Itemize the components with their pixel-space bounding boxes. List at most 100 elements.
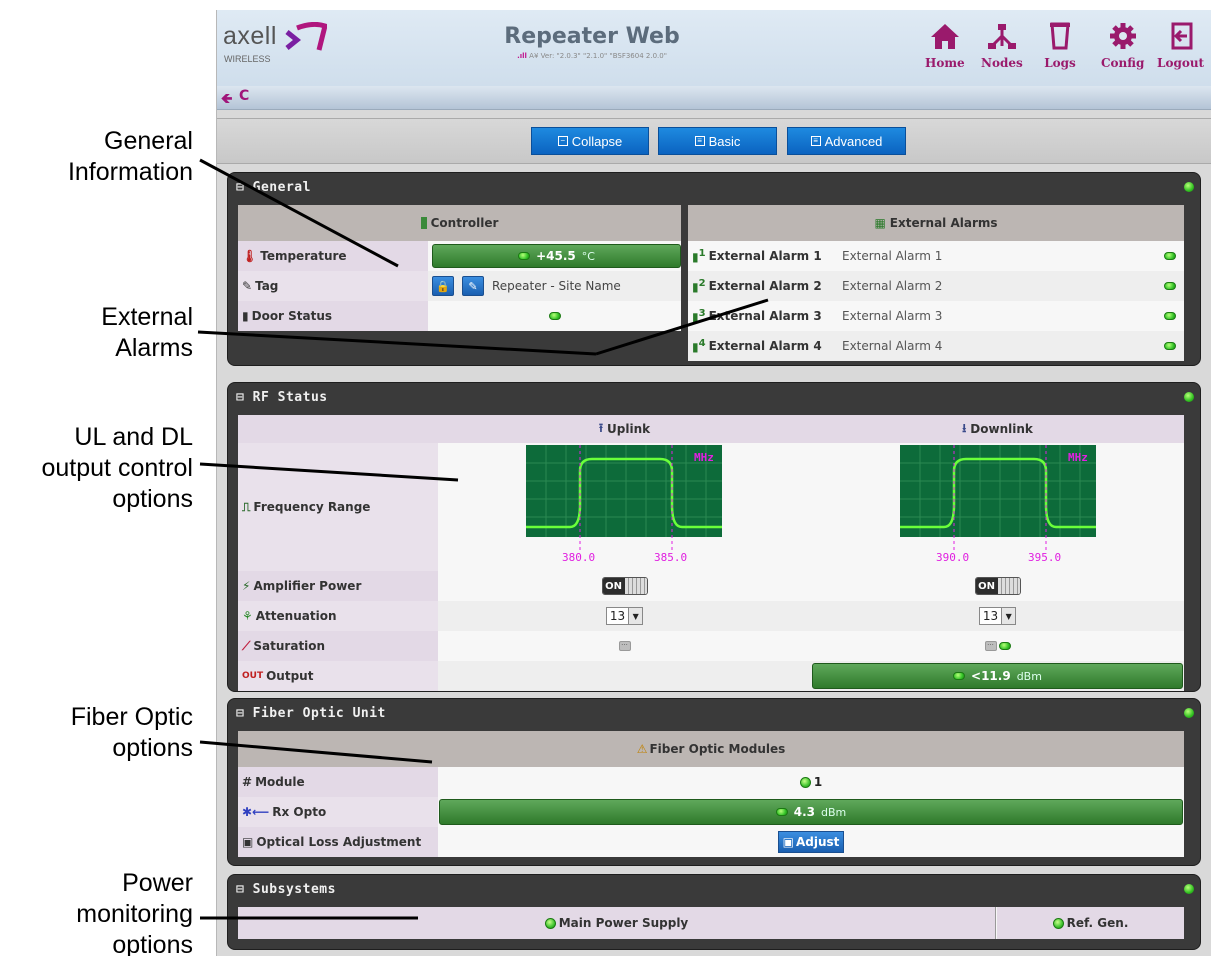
general-status-led <box>1184 182 1194 192</box>
basic-button[interactable]: ≡ Basic <box>658 127 777 155</box>
rf-title-text: RF Status <box>252 390 328 405</box>
door-status-led <box>548 312 561 320</box>
sub-bar: 🡸 C <box>217 86 1211 110</box>
general-title[interactable]: ⊟ General <box>236 180 311 195</box>
nav-home[interactable]: Home <box>925 22 965 70</box>
downlink-attenuation-select[interactable]: 13 ▼ <box>978 607 1017 625</box>
collapse-button[interactable]: − Collapse <box>531 127 649 155</box>
alarm-1-led <box>1164 252 1176 260</box>
alarm-4-label-text: External Alarm 4 <box>708 339 822 353</box>
temperature-row: 🌡 Temperature +45.5 °C <box>238 241 681 271</box>
version-text: A¥ Ver: "2.0.3" "2.1.0" "BSF3604 2.0.0" <box>529 52 667 60</box>
general-title-text: General <box>252 180 311 195</box>
uplink-attenuation-select[interactable]: 13 ▼ <box>605 607 644 625</box>
downlink-low-freq: 390.0 <box>936 551 969 563</box>
loss-cell: ▣ Adjust <box>438 827 1184 857</box>
annotation-power-text: Power monitoring options <box>76 869 193 956</box>
alarm-2-cell: External Alarm 2 <box>836 271 1184 301</box>
module-led <box>799 776 811 788</box>
alarm-2-label-text: External Alarm 2 <box>708 279 822 293</box>
nav-nodes[interactable]: Nodes <box>981 22 1023 70</box>
downlink-amp-toggle[interactable]: ON <box>974 577 1021 595</box>
subsystems-title[interactable]: ⊟ Subsystems <box>236 882 336 897</box>
advanced-icon: ≡ <box>810 136 821 146</box>
logs-icon <box>1050 22 1070 50</box>
annotation-ul-dl: UL and DL output control options <box>42 422 194 515</box>
temperature-value: +45.5 <box>536 249 576 263</box>
alarm-3-cell: External Alarm 3 <box>836 301 1184 331</box>
logout-icon <box>1171 22 1193 50</box>
tag-cell: 🔒 ✎ Repeater - Site Name <box>428 271 681 301</box>
uplink-spectrum-graph[interactable]: MHz 380.0 385.0 <box>526 445 726 563</box>
rx-led <box>775 808 788 816</box>
chevron-down-icon: ▼ <box>1001 608 1016 624</box>
nav-logs[interactable]: Logs <box>1044 22 1076 70</box>
alarm-4-value: External Alarm 4 <box>842 339 943 353</box>
top-bar: axell WIRELESS Repeater Web .ıll A¥ Ver:… <box>217 10 1211 86</box>
nav-config-label: Config <box>1101 56 1145 70</box>
nav-logout[interactable]: Logout <box>1157 22 1204 70</box>
saturation-label-text: Saturation <box>253 639 326 653</box>
module-cell: 1 <box>438 767 1184 797</box>
hash-icon: # <box>242 775 253 789</box>
controller-icon <box>420 217 427 229</box>
external-alarms-table: ▦ External Alarms ▮1 External Alarm 1 Ext… <box>688 205 1184 361</box>
advanced-button[interactable]: ≡ Advanced <box>787 127 906 155</box>
nodes-icon <box>987 24 1016 49</box>
downlink-saturation-led <box>998 642 1011 650</box>
module-label-text: Module <box>255 775 305 789</box>
collapse-icon: − <box>557 136 568 146</box>
rf-status-led <box>1184 392 1194 402</box>
rx-icon: ✱⟵ <box>242 805 270 819</box>
uplink-sat-cell: ··· <box>438 631 811 661</box>
logo-wordmark: axell <box>223 22 277 50</box>
logo-swoosh-icon <box>285 22 327 51</box>
rx-cell: 4.3 dBm <box>438 797 1184 827</box>
annotation-fiber-text: Fiber Optic options <box>70 703 193 762</box>
home-icon <box>930 24 959 49</box>
amplifier-row: ⚡ Amplifier Power ON ON <box>238 571 1184 601</box>
nav-logs-label: Logs <box>1044 56 1076 70</box>
rf-table: ⭱ Uplink ⭳ Downlink ⎍ Frequency Range MH… <box>238 415 1184 691</box>
output-unit: dBm <box>1016 669 1042 683</box>
uplink-amp-toggle[interactable]: ON <box>601 577 648 595</box>
fiber-title[interactable]: ⊟ Fiber Optic Unit <box>236 706 386 721</box>
annotation-alarms-text: External Alarms <box>101 303 193 362</box>
uplink-atten-value: 13 <box>609 609 626 623</box>
nav-logout-label: Logout <box>1157 56 1205 70</box>
lock-icon[interactable]: 🔒 <box>432 276 454 296</box>
fiber-header-text: Fiber Optic Modules <box>649 742 786 756</box>
downlink-atten-cell: 13 ▼ <box>811 601 1184 631</box>
uplink-amp-cell: ON <box>438 571 811 601</box>
temperature-label: 🌡 Temperature <box>238 241 428 271</box>
adjust-button[interactable]: ▣ Adjust <box>777 831 845 853</box>
downlink-header: ⭳ Downlink <box>811 415 1184 443</box>
uplink-header: ⭱ Uplink <box>438 415 811 443</box>
edit-icon[interactable]: ✎ <box>462 276 484 296</box>
nav-nodes-label: Nodes <box>981 56 1023 70</box>
downlink-freq-cell: MHz 390.0 395.0 <box>811 443 1184 571</box>
uplink-amp-knob <box>624 578 647 594</box>
collapse-label: Collapse <box>571 133 623 149</box>
nav-config[interactable]: Config <box>1101 22 1144 70</box>
back-arrow-icon[interactable]: 🡸 <box>221 88 232 112</box>
gear-icon <box>1109 23 1136 49</box>
attenuation-label: ⚘ Attenuation <box>238 601 438 631</box>
annotation-general: General Information <box>68 126 193 188</box>
rf-title[interactable]: ⊟ RF Status <box>236 390 328 405</box>
refresh-icon[interactable]: C <box>239 88 249 104</box>
uplink-high-freq: 385.0 <box>654 551 687 563</box>
temperature-unit: °C <box>581 249 595 263</box>
annotation-general-text: General Information <box>67 127 193 186</box>
downlink-spectrum-graph[interactable]: MHz 390.0 395.0 <box>900 445 1100 563</box>
tag-icon: ✎ <box>242 279 253 293</box>
downlink-output-bar: <11.9 dBm <box>812 663 1183 689</box>
rx-row: ✱⟵ Rx Opto 4.3 dBm <box>238 797 1184 827</box>
alarms-header-text: External Alarms <box>889 216 998 230</box>
chevron-down-icon: ▼ <box>628 608 643 624</box>
door-label-text: Door Status <box>251 309 333 323</box>
amplifier-label-text: Amplifier Power <box>253 579 362 593</box>
downlink-output-cell: <11.9 dBm <box>811 661 1184 691</box>
alarm-4-label: ▮4 External Alarm 4 <box>688 331 836 361</box>
door-row: ▮ Door Status <box>238 301 681 331</box>
